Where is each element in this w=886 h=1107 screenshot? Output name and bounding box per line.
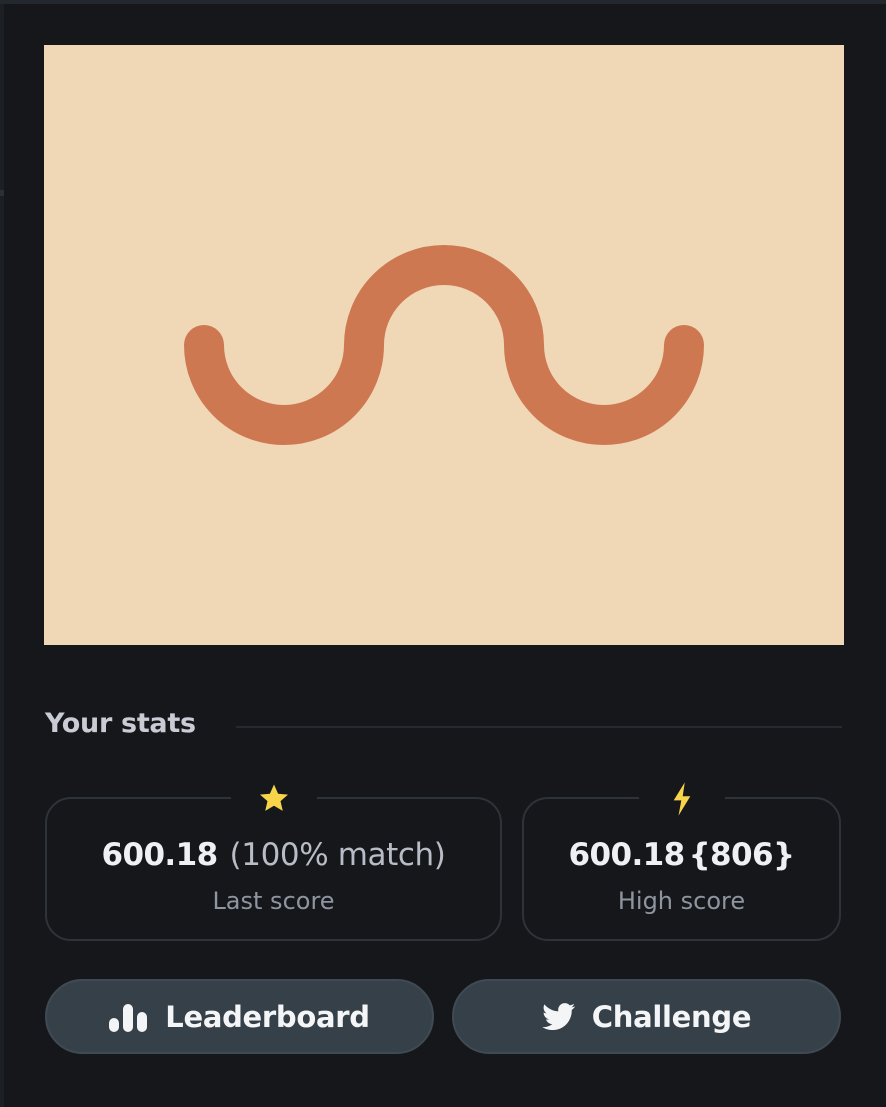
drawn-squiggle xyxy=(184,245,704,445)
last-score-match: (100% match) xyxy=(229,837,446,873)
challenge-label: Challenge xyxy=(591,999,752,1034)
leaderboard-label: Leaderboard xyxy=(165,999,370,1034)
high-score-rank: {806} xyxy=(688,837,795,873)
challenge-button[interactable]: Challenge xyxy=(452,979,841,1054)
drawing-canvas[interactable] xyxy=(44,45,844,645)
last-score-card: 600.18 (100% match) Last score xyxy=(45,781,502,941)
lightning-icon xyxy=(639,781,725,817)
panel-left-marker xyxy=(0,190,4,196)
twitter-icon xyxy=(541,1002,576,1031)
leaderboard-button[interactable]: Leaderboard xyxy=(45,979,434,1054)
high-score-card: 600.18 {806} High score xyxy=(522,781,841,941)
star-icon xyxy=(231,781,317,817)
bar-chart-icon xyxy=(109,1002,149,1032)
last-score-label: Last score xyxy=(212,887,335,915)
stats-divider xyxy=(236,726,842,728)
panel-top-border xyxy=(0,0,886,4)
stats-heading: Your stats xyxy=(45,708,196,739)
high-score-label: High score xyxy=(617,887,746,915)
panel-left-border xyxy=(0,4,4,1107)
squiggle-stroke xyxy=(184,245,704,445)
high-score-value-row: 600.18 {806} xyxy=(524,837,839,873)
high-score-value: 600.18 xyxy=(568,837,686,873)
game-panel: Your stats 600.18 (100% match) Last score… xyxy=(0,0,886,1107)
last-score-value-row: 600.18 (100% match) xyxy=(47,837,500,873)
last-score-value: 600.18 xyxy=(101,837,219,873)
